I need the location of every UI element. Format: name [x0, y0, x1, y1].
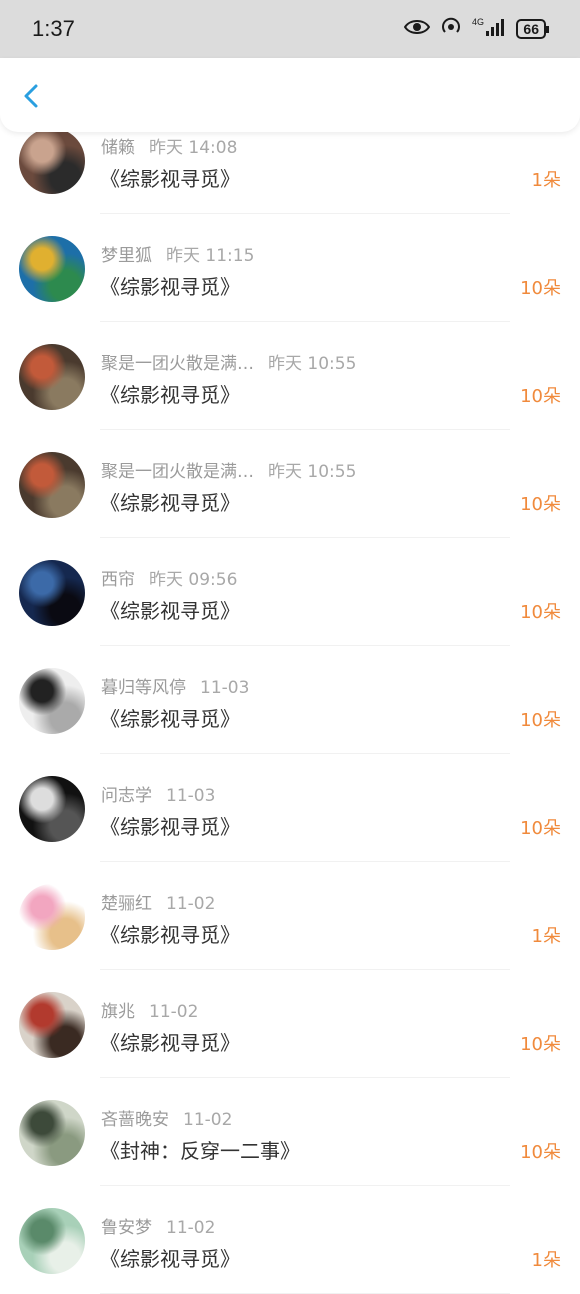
timestamp: 昨天 10:55: [268, 354, 357, 374]
book-title[interactable]: 《综影视寻觅》: [100, 595, 240, 624]
user-name[interactable]: 梦里狐: [101, 246, 152, 266]
list-item[interactable]: 梦里狐 昨天 11:15 《综影视寻觅》 10朵: [0, 214, 580, 322]
list-item[interactable]: 聚是一团火散是满… 昨天 10:55 《综影视寻觅》 10朵: [0, 322, 580, 430]
timestamp: 11-03: [200, 678, 250, 698]
network-type-label: 4G: [472, 17, 484, 27]
flower-count: 10朵: [520, 1142, 561, 1163]
book-title[interactable]: 《综影视寻觅》: [100, 919, 240, 948]
timestamp: 昨天 10:55: [268, 462, 357, 482]
user-name[interactable]: 旗兆: [101, 1002, 135, 1022]
list-item[interactable]: 楚骊红 11-02 《综影视寻觅》 1朵: [0, 862, 580, 970]
timestamp: 11-02: [183, 1110, 233, 1130]
list-item-meta: 聚是一团火散是满… 昨天 10:55: [101, 349, 356, 374]
user-name[interactable]: 问志学: [101, 786, 152, 806]
book-title[interactable]: 《综影视寻觅》: [100, 487, 240, 516]
chevron-left-icon: [24, 84, 38, 108]
list-item[interactable]: 旗兆 11-02 《综影视寻觅》 10朵: [0, 970, 580, 1078]
list-item-meta: 吝蔷晚安 11-02: [101, 1105, 232, 1130]
list-item-meta: 梦里狐 昨天 11:15: [101, 241, 254, 266]
user-name[interactable]: 鲁安梦: [101, 1218, 152, 1238]
signal-icon: 4G: [472, 16, 506, 42]
flower-count: 10朵: [520, 278, 561, 299]
list-item-meta: 暮归等风停 11-03: [101, 673, 249, 698]
avatar[interactable]: [19, 1208, 85, 1274]
back-button[interactable]: [18, 82, 46, 110]
list-item[interactable]: 西帘 昨天 09:56 《综影视寻觅》 10朵: [0, 538, 580, 646]
user-name[interactable]: 聚是一团火散是满…: [101, 462, 254, 482]
flower-count: 1朵: [531, 926, 561, 947]
flower-count: 10朵: [520, 818, 561, 839]
avatar[interactable]: [19, 992, 85, 1058]
user-name[interactable]: 暮归等风停: [101, 678, 186, 698]
flower-count: 10朵: [520, 386, 561, 407]
flower-count: 10朵: [520, 602, 561, 623]
timestamp: 昨天 09:56: [149, 570, 238, 590]
avatar[interactable]: [19, 344, 85, 410]
status-time: 1:37: [32, 16, 75, 41]
list-item[interactable]: 聚是一团火散是满… 昨天 10:55 《综影视寻觅》 10朵: [0, 430, 580, 538]
list-item[interactable]: 吝蔷晚安 11-02 《封神：反穿一二事》 10朵: [0, 1078, 580, 1186]
list-item-meta: 问志学 11-03: [101, 781, 215, 806]
eye-icon: [404, 18, 431, 40]
book-title[interactable]: 《综影视寻觅》: [100, 703, 240, 732]
flower-count: 10朵: [520, 710, 561, 731]
flower-count: 1朵: [531, 170, 561, 191]
book-title[interactable]: 《封神：反穿一二事》: [100, 1135, 300, 1164]
status-bar: 1:37 4G 66: [0, 0, 580, 58]
timestamp: 昨天 11:15: [166, 246, 255, 266]
book-title[interactable]: 《综影视寻觅》: [100, 1027, 240, 1056]
list-item[interactable]: 问志学 11-03 《综影视寻觅》 10朵: [0, 754, 580, 862]
book-title[interactable]: 《综影视寻觅》: [100, 811, 240, 840]
timestamp: 11-02: [149, 1002, 199, 1022]
flower-count: 10朵: [520, 1034, 561, 1055]
book-title[interactable]: 《综影视寻觅》: [100, 379, 240, 408]
list-item-meta: 楚骊红 11-02: [101, 889, 215, 914]
avatar[interactable]: [19, 560, 85, 626]
book-title[interactable]: 《综影视寻觅》: [100, 271, 240, 300]
list-item[interactable]: 暮归等风停 11-03 《综影视寻觅》 10朵: [0, 646, 580, 754]
user-name[interactable]: 吝蔷晚安: [101, 1110, 169, 1130]
user-name[interactable]: 西帘: [101, 570, 135, 590]
hotspot-icon: [440, 16, 462, 42]
avatar[interactable]: [19, 1100, 85, 1166]
timestamp: 昨天 14:08: [149, 138, 238, 158]
avatar[interactable]: [19, 776, 85, 842]
user-name[interactable]: 聚是一团火散是满…: [101, 354, 254, 374]
timestamp: 11-03: [166, 786, 216, 806]
avatar[interactable]: [19, 128, 85, 194]
timestamp: 11-02: [166, 1218, 216, 1238]
list-item-meta: 旗兆 11-02: [101, 997, 198, 1022]
list-item-meta: 储籁 昨天 14:08: [101, 133, 237, 158]
list-item-meta: 聚是一团火散是满… 昨天 10:55: [101, 457, 356, 482]
user-name[interactable]: 楚骊红: [101, 894, 152, 914]
list-item-meta: 西帘 昨天 09:56: [101, 565, 237, 590]
battery-icon: 66: [516, 19, 549, 39]
top-nav-bar: [0, 58, 580, 132]
avatar[interactable]: [19, 236, 85, 302]
list-item-meta: 鲁安梦 11-02: [101, 1213, 215, 1238]
flower-count: 1朵: [531, 1250, 561, 1271]
avatar[interactable]: [19, 668, 85, 734]
user-name[interactable]: 储籁: [101, 138, 135, 158]
gift-list: 储籁 昨天 14:08 《综影视寻觅》 1朵 梦里狐 昨天 11:15 《综影视寻觅》 10朵…: [0, 106, 580, 1294]
list-item[interactable]: 鲁安梦 11-02 《综影视寻觅》 1朵: [0, 1186, 580, 1294]
book-title[interactable]: 《综影视寻觅》: [100, 163, 240, 192]
book-title[interactable]: 《综影视寻觅》: [100, 1243, 240, 1272]
avatar[interactable]: [19, 884, 85, 950]
timestamp: 11-02: [166, 894, 216, 914]
status-icons: 4G 66: [404, 16, 549, 42]
avatar[interactable]: [19, 452, 85, 518]
flower-count: 10朵: [520, 494, 561, 515]
